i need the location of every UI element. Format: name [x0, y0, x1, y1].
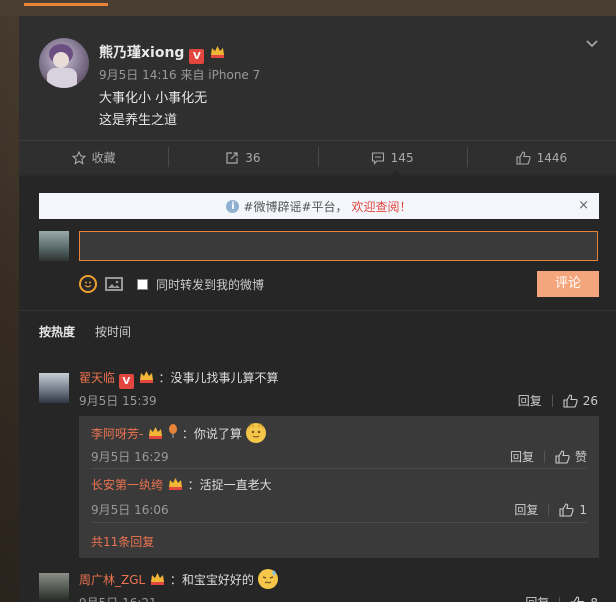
reply-button[interactable]: 回复 — [514, 501, 538, 518]
repost-count: 36 — [245, 150, 261, 165]
replier-name[interactable]: 李阿呀芳- — [91, 427, 143, 441]
reply-thread: 李阿呀芳- ：你说了算 9月5日 16:29 回复 赞 长安第一纨绔 ：活捉一直… — [79, 416, 599, 558]
repost-button[interactable]: 36 — [168, 141, 317, 174]
close-icon[interactable]: × — [578, 198, 589, 213]
my-avatar — [39, 231, 69, 261]
top-accent-bar — [24, 3, 108, 6]
divider — [91, 522, 587, 523]
thumbs-up-icon — [559, 502, 575, 517]
reply-actions: 回复 赞 — [510, 448, 587, 465]
reply-like-button[interactable]: 1 — [559, 503, 587, 517]
cat-emoji-icon — [245, 423, 266, 443]
comment-body: 周广林_ZGL ：和宝宝好好的 — [79, 569, 278, 589]
divider — [91, 468, 587, 469]
image-icon[interactable] — [105, 277, 123, 291]
reply-text: ：你说了算 — [181, 427, 242, 441]
like-count: 1446 — [536, 150, 568, 165]
comment-text: ：没事儿找事儿算不算 — [158, 371, 279, 385]
reply-actions: 回复 1 — [514, 501, 587, 518]
verified-badge-icon[interactable]: V — [118, 374, 134, 389]
verified-badge-icon[interactable]: V — [189, 49, 205, 64]
repost-checkbox[interactable] — [137, 278, 148, 290]
comment-item: 周广林_ZGL ：和宝宝好好的 9月5日 16:21 回复 8 — [19, 569, 616, 602]
author-avatar[interactable] — [39, 38, 89, 88]
comment-like-button[interactable]: 26 — [563, 394, 598, 408]
reply-button[interactable]: 回复 — [510, 448, 534, 465]
post-header: 熊乃瑾xiong V 9月5日 14:16 来自 iPhone 7 大事化小 小… — [19, 16, 616, 174]
composer-tools: 同时转发到我的微博 — [79, 273, 264, 295]
author-name[interactable]: 熊乃瑾xiong — [99, 45, 184, 61]
commenter-name[interactable]: 翟天临 — [79, 371, 115, 385]
reply-body: 李阿呀芳- ：你说了算 — [91, 423, 266, 443]
comment-body: 翟天临 V ：没事儿找事儿算不算 — [79, 369, 279, 389]
emoji-icon[interactable] — [79, 275, 97, 293]
reply-button[interactable]: 回复 — [525, 594, 549, 602]
vip-crown-icon[interactable] — [209, 44, 226, 59]
comment-item: 翟天临 V ：没事儿找事儿算不算 9月5日 15:39 回复 26 — [19, 369, 616, 409]
balloon-icon — [168, 424, 178, 441]
like-button[interactable]: 1446 — [466, 141, 616, 174]
comment-text: ：和宝宝好好的 — [169, 573, 254, 587]
sort-tabs: 按热度 按时间 — [19, 310, 616, 352]
reply-item: 长安第一纨绔 ：活捉一直老大 9月5日 16:06 回复 1 — [91, 476, 587, 518]
chevron-down-icon[interactable] — [586, 38, 598, 50]
comment-input[interactable] — [79, 231, 598, 261]
thumbs-up-icon — [516, 150, 531, 165]
star-icon — [71, 150, 86, 165]
comment-actions: 回复 26 — [518, 392, 598, 409]
more-replies-link[interactable]: 共11条回复 — [91, 533, 154, 550]
comment-like-count: 8 — [590, 596, 598, 602]
notice-text: #微博辟谣#平台， — [243, 199, 348, 214]
comment-count: 145 — [390, 150, 414, 165]
comment-actions: 回复 8 — [525, 594, 598, 602]
info-icon: i — [226, 199, 240, 213]
thumbs-up-icon — [563, 393, 578, 408]
favorite-button[interactable]: 收藏 — [19, 141, 168, 174]
reply-item: 李阿呀芳- ：你说了算 9月5日 16:29 回复 赞 — [91, 423, 587, 465]
comment-like-button[interactable]: 8 — [570, 596, 598, 602]
reply-button[interactable]: 回复 — [518, 392, 542, 409]
commenter-avatar[interactable] — [39, 573, 69, 602]
comment-time: 9月5日 16:21 — [79, 594, 157, 602]
thumbs-up-icon — [570, 595, 586, 602]
comment-section: i #微博辟谣#平台， 欢迎查阅！ × 同时转发到我的微博 评论 按热度 按时间 … — [19, 176, 616, 602]
repost-icon — [226, 151, 238, 164]
favorite-label: 收藏 — [91, 151, 116, 165]
vip-crown-icon[interactable] — [167, 476, 184, 491]
reply-time: 9月5日 16:29 — [91, 450, 169, 464]
tab-sort-time[interactable]: 按时间 — [95, 323, 131, 340]
comment-icon — [371, 151, 384, 165]
weibo-card: 熊乃瑾xiong V 9月5日 14:16 来自 iPhone 7 大事化小 小… — [19, 16, 616, 602]
post-line-2: 这是养生之道 — [99, 113, 178, 128]
thumbs-up-icon — [555, 449, 570, 464]
rumor-notice-banner: i #微博辟谣#平台， 欢迎查阅！ × — [39, 193, 599, 219]
notice-link[interactable]: 欢迎查阅！ — [352, 198, 412, 215]
vip-crown-icon[interactable] — [149, 571, 166, 586]
vip-crown-icon[interactable] — [147, 425, 164, 440]
top-strip — [0, 0, 616, 16]
action-bar: 收藏 36 145 1446 — [19, 140, 616, 174]
post-meta: 9月5日 14:16 来自 iPhone 7 — [99, 68, 261, 82]
post-content: 大事化小 小事化无 这是养生之道 — [99, 88, 207, 132]
replier-name[interactable]: 长安第一纨绔 — [91, 478, 163, 492]
repost-checkbox-label: 同时转发到我的微博 — [156, 277, 265, 292]
comment-time: 9月5日 15:39 — [79, 394, 157, 408]
reply-like-count: 赞 — [574, 450, 587, 464]
reply-like-count: 1 — [579, 502, 587, 517]
author-line: 熊乃瑾xiong V — [99, 42, 226, 64]
sweat-emoji-icon — [257, 569, 278, 589]
comment-like-count: 26 — [582, 393, 598, 408]
commenter-name[interactable]: 周广林_ZGL — [79, 573, 145, 587]
reply-like-button[interactable]: 赞 — [555, 448, 587, 465]
reply-body: 长安第一纨绔 ：活捉一直老大 — [91, 476, 272, 493]
commenter-avatar[interactable] — [39, 373, 69, 403]
vip-crown-icon[interactable] — [138, 369, 155, 384]
reply-time: 9月5日 16:06 — [91, 503, 169, 517]
post-line-1: 大事化小 小事化无 — [99, 91, 208, 106]
reply-text: ：活捉一直老大 — [187, 478, 272, 492]
tab-sort-hot[interactable]: 按热度 — [39, 323, 75, 340]
submit-comment-button[interactable]: 评论 — [537, 271, 599, 297]
